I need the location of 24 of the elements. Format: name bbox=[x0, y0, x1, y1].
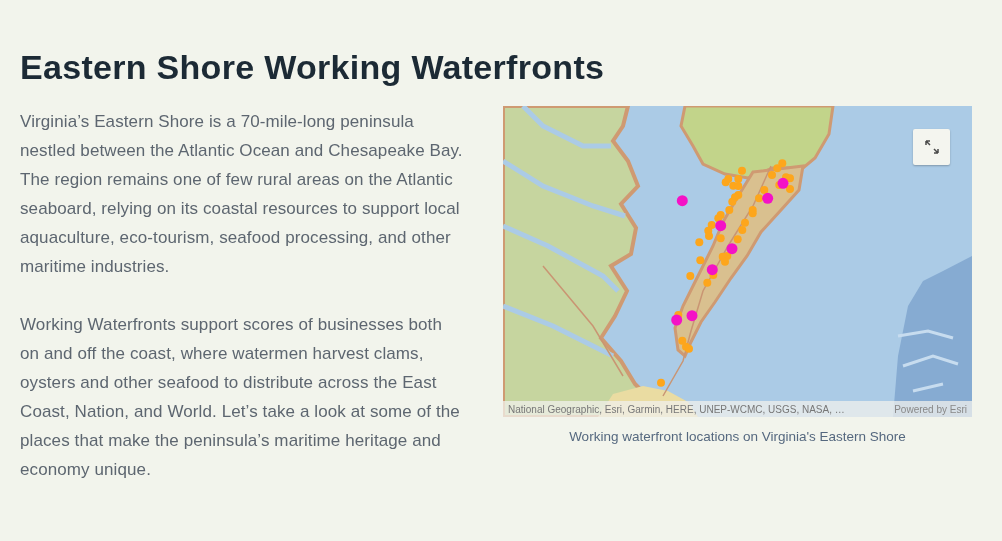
location-marker bbox=[748, 209, 757, 218]
location-marker bbox=[686, 310, 698, 322]
location-marker bbox=[695, 238, 704, 247]
location-marker bbox=[721, 178, 730, 187]
location-marker bbox=[703, 278, 712, 287]
location-marker bbox=[657, 378, 665, 387]
location-marker bbox=[716, 234, 725, 243]
location-marker bbox=[778, 159, 787, 168]
location-marker bbox=[714, 214, 723, 223]
article-title: Eastern Shore Working Waterfronts bbox=[20, 47, 606, 88]
fullscreen-button[interactable] bbox=[913, 129, 950, 165]
body-paragraph: Working Waterfronts support scores of businesses both on and off the coast, where watermen harvest clams, oysters and other seafood to distribute across the East Coast, Nation, and World. Let’s take a look at some of the places that make the peninsula’s maritime heritage and economy unique. bbox=[20, 314, 461, 481]
map-caption: Working waterfront locations on Virginia's Eastern Shore bbox=[568, 429, 907, 444]
powered-by-link[interactable]: Powered by Esri bbox=[894, 403, 967, 415]
body-paragraph: Virginia’s Eastern Shore is a 70-mile-long peninsula nestled between the Atlantic Ocean and Chesapeake Bay. The region remains one of few rural areas on the Atlantic seaboard, relying on its coastal resources to support local aquaculture, eco-tourism, seafood processing, and other maritime industries. bbox=[20, 111, 464, 278]
location-marker bbox=[728, 197, 737, 206]
location-marker bbox=[733, 235, 742, 244]
location-marker bbox=[773, 164, 782, 173]
attribution-text: National Geographic, Esri, Garmin, HERE, UNEP-WCMC, USGS, NASA, … bbox=[508, 403, 845, 415]
location-marker bbox=[676, 195, 688, 207]
location-marker bbox=[678, 336, 687, 345]
location-marker bbox=[686, 272, 695, 280]
expand-icon bbox=[924, 140, 939, 154]
location-marker bbox=[696, 256, 705, 265]
